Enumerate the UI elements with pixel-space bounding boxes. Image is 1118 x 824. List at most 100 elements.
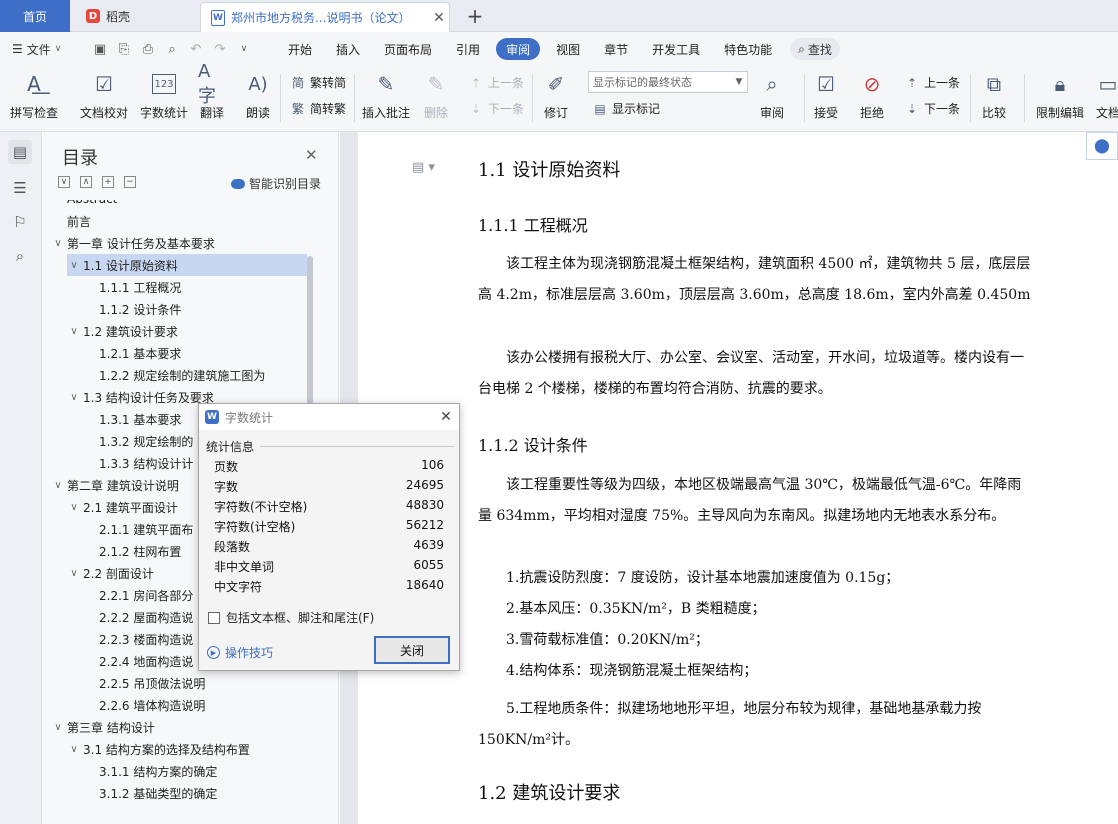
revise-button[interactable]: ✐ 修订 [542, 70, 570, 121]
menu-view[interactable]: 视图 [544, 38, 592, 60]
toc-item[interactable]: ∨ 1.3 结构设计任务及要求 [67, 386, 214, 408]
toc-item[interactable]: ∨ 第二章 建筑设计说明 [53, 474, 179, 496]
restrict-edit-button[interactable]: 🔒︎ 限制编辑 [1036, 70, 1084, 121]
menu-review[interactable]: 审阅 [496, 38, 541, 60]
toc-item[interactable]: ∨ 3.1 结构方案的选择及结构布置 [67, 738, 250, 760]
translate-button[interactable]: A字 翻译 [198, 61, 226, 121]
undo-icon[interactable]: ↶ [188, 41, 204, 57]
toc-item[interactable]: ∨ 2.2 剖面设计 [67, 562, 154, 584]
delete-comment-button[interactable]: ✎ 删除 [422, 70, 450, 121]
chevron-down-icon[interactable]: ∨ [67, 502, 81, 513]
find-icon[interactable]: ⌕ [8, 244, 32, 268]
toc-item[interactable]: 2.2.6 墙体构造说明 [99, 694, 205, 716]
customize-icon[interactable]: ∨ [236, 41, 252, 57]
insert-comment-button[interactable]: ✎ 插入批注 [362, 70, 410, 121]
toc-panel-icon[interactable]: ▤ [8, 140, 32, 164]
close-icon[interactable]: ✕ [305, 146, 318, 164]
tab-home[interactable]: 首页 [0, 0, 70, 32]
chevron-down-icon[interactable]: ∨ [67, 326, 81, 337]
word-count-button[interactable]: 123 字数统计 [140, 70, 188, 121]
document-button[interactable]: ▭ 文档 [1094, 70, 1118, 121]
read-aloud-button[interactable]: A) 朗读 [244, 70, 272, 121]
next-change-button[interactable]: ⇣ 下一条 [904, 100, 960, 117]
close-tab-icon[interactable]: ✕ [429, 10, 449, 26]
prev-change-button[interactable]: ⇡ 上一条 [904, 74, 960, 91]
menu-developer[interactable]: 开发工具 [640, 38, 712, 60]
menu-page-layout[interactable]: 页面布局 [372, 38, 444, 60]
reject-button[interactable]: ⊘ 拒绝 [858, 70, 886, 121]
toc-item[interactable]: 2.2.4 地面构造说 [99, 650, 193, 672]
simp-to-trad-button[interactable]: 繁 简转繁 [290, 100, 346, 117]
chevron-down-icon[interactable]: ∨ [53, 480, 65, 491]
chevron-down-icon[interactable]: ∨ [67, 568, 81, 579]
menu-insert[interactable]: 插入 [324, 38, 372, 60]
toc-item[interactable]: Abstract [67, 200, 117, 210]
toc-item[interactable]: 2.2.2 屋面构造说 [99, 606, 193, 628]
toc-item[interactable]: 前言 [67, 210, 91, 232]
print-preview-icon[interactable]: ⌕ [164, 41, 180, 57]
toc-item[interactable]: 2.2.3 楼面构造说 [99, 628, 193, 650]
tab-daoke[interactable]: D 稻壳 [72, 0, 198, 32]
location-pin-icon[interactable]: ⬤ [1086, 132, 1118, 160]
toc-item[interactable]: 1.3.2 规定绘制的 [99, 430, 193, 452]
toc-item[interactable]: 1.2.2 规定绘制的建筑施工图为 [99, 364, 265, 386]
tab-document[interactable]: W 郑州市地方税务...说明书（论文） ✕ [200, 2, 450, 32]
menu-chapter[interactable]: 章节 [592, 38, 640, 60]
chevron-down-icon[interactable]: ∨ [67, 744, 81, 755]
accept-button[interactable]: ☑ 接受 [812, 70, 840, 121]
toc-item[interactable]: 3.1.2 基础类型的确定 [99, 782, 217, 804]
checkbox-box[interactable] [208, 611, 220, 624]
search-button[interactable]: ⌕ 查找 [790, 38, 840, 60]
menu-home[interactable]: 开始 [276, 38, 324, 60]
toc-item[interactable]: ∨ 第一章 设计任务及基本要求 [53, 232, 215, 254]
smart-toc-button[interactable]: 智能识别目录 [231, 175, 321, 192]
collapse-all-icon[interactable]: ∧ [80, 176, 92, 188]
markup-state-select[interactable]: 显示标记的最终状态 ▼ [588, 71, 748, 93]
dialog-title-bar[interactable]: W 字数统计 ✕ [199, 404, 459, 430]
show-markup-button[interactable]: ▤ 显示标记 [592, 100, 660, 117]
tips-link[interactable]: ▶ 操作技巧 [207, 644, 273, 661]
toc-item[interactable]: 2.1.2 柱网布置 [99, 540, 181, 562]
toc-item[interactable]: 1.1.1 工程概况 [99, 276, 181, 298]
bookmark-icon[interactable]: ⚐ [8, 210, 32, 234]
toc-item[interactable]: 1.2.1 基本要求 [99, 342, 181, 364]
toc-item[interactable]: 2.1.1 建筑平面布 [99, 518, 193, 540]
include-textbox-checkbox[interactable]: 包括文本框、脚注和尾注(F) [208, 609, 374, 626]
redo-icon[interactable]: ↷ [212, 41, 228, 57]
chevron-down-icon[interactable]: ∨ [53, 722, 65, 733]
chevron-down-icon[interactable]: ∨ [67, 260, 81, 271]
compare-button[interactable]: ⧉ 比较 [980, 70, 1008, 121]
toc-item[interactable]: 3.1.1 结构方案的确定 [99, 760, 217, 782]
toc-item[interactable]: ∨ 1.2 建筑设计要求 [67, 320, 178, 342]
toc-item[interactable]: ∨ 1.1 设计原始资料 [67, 254, 307, 276]
toc-item[interactable]: 1.1.2 设计条件 [99, 298, 181, 320]
print-icon[interactable]: ⎙ [140, 41, 156, 57]
file-menu[interactable]: ☰ 文件 ∨ [0, 41, 86, 58]
navigation-icon[interactable]: ☰ [8, 176, 32, 200]
menu-features[interactable]: 特色功能 [712, 38, 784, 60]
toc-item[interactable]: ∨ 2.1 建筑平面设计 [67, 496, 178, 518]
save-icon[interactable]: ▣ [92, 41, 108, 57]
toc-item[interactable]: 1.3.1 基本要求 [99, 408, 181, 430]
menu-references[interactable]: 引用 [444, 38, 492, 60]
trad-to-simp-button[interactable]: 简 繁转简 [290, 74, 346, 91]
close-button[interactable]: 关闭 [374, 636, 450, 664]
new-tab-icon[interactable]: + [462, 3, 488, 29]
prev-comment-button[interactable]: ⇡ 上一条 [468, 74, 524, 91]
export-icon[interactable]: ⎘ [116, 41, 132, 57]
remove-level-icon[interactable]: − [124, 176, 136, 188]
review-button[interactable]: ⌕ 审阅 [758, 70, 786, 121]
toc-item[interactable]: 1.3.3 结构设计计 [99, 452, 193, 474]
doc-proof-button[interactable]: ☑ 文档校对 [80, 70, 128, 121]
chevron-down-icon[interactable]: ∨ [67, 392, 81, 403]
spell-check-button[interactable]: A͟ 拼写检查 [10, 70, 58, 121]
page-options-icon[interactable]: ▤ ▾ [412, 160, 435, 175]
chevron-down-icon[interactable]: ∨ [53, 238, 65, 249]
toc-item[interactable]: 2.2.5 吊顶做法说明 [99, 672, 205, 694]
toc-item[interactable]: ∨ 第三章 结构设计 [53, 716, 155, 738]
next-comment-button[interactable]: ⇣ 下一条 [468, 100, 524, 117]
close-dialog-icon[interactable]: ✕ [433, 409, 459, 425]
add-level-icon[interactable]: + [102, 176, 114, 188]
expand-all-icon[interactable]: ∨ [58, 176, 70, 188]
toc-item[interactable]: 2.2.1 房间各部分 [99, 584, 193, 606]
